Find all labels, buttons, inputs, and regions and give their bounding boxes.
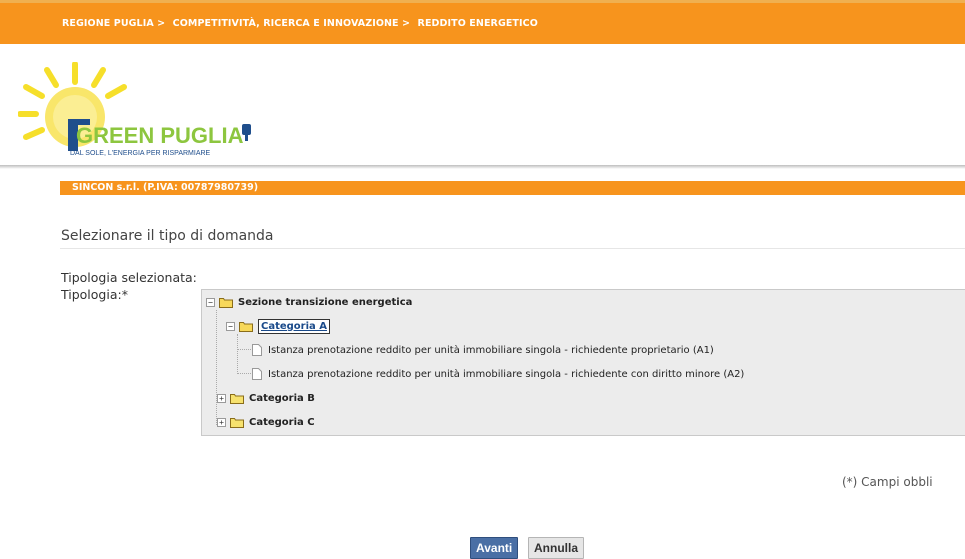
folder-icon <box>230 417 244 428</box>
section-title: Selezionare il tipo di domanda <box>61 228 274 244</box>
header-divider <box>0 165 965 169</box>
expand-icon[interactable]: + <box>217 393 226 403</box>
tree-node-a1[interactable]: Istanza prenotazione reddito per unità i… <box>252 341 714 359</box>
selected-type-label: Tipologia selezionata: <box>61 270 197 285</box>
green-puglia-logo: GREEN PUGLIA DAL SOLE, L'ENERGIA PER RIS… <box>18 62 251 157</box>
section-divider <box>60 248 965 249</box>
tree-a2-label: Istanza prenotazione reddito per unità i… <box>268 368 745 380</box>
breadcrumb-regione[interactable]: REGIONE PUGLIA > <box>62 18 165 29</box>
logo-tagline: DAL SOLE, L'ENERGIA PER RISPARMIARE <box>70 150 211 157</box>
folder-icon <box>219 297 233 308</box>
next-button[interactable]: Avanti <box>470 537 519 559</box>
tree-node-categoria-c[interactable]: + Categoria C <box>217 413 315 431</box>
tree-node-root[interactable]: − Sezione transizione energetica <box>206 293 412 311</box>
breadcrumb-reddito[interactable]: REDDITO ENERGETICO <box>418 18 538 29</box>
tree-categoria-a-label[interactable]: Categoria A <box>258 318 331 334</box>
breadcrumb-competitivita[interactable]: COMPETITIVITÀ, RICERCA E INNOVAZIONE > <box>173 18 410 29</box>
folder-icon <box>239 321 253 332</box>
required-fields-note: (*) Campi obbli <box>842 475 933 489</box>
tree-a1-label: Istanza prenotazione reddito per unità i… <box>268 344 714 356</box>
folder-icon <box>230 393 244 404</box>
cancel-button[interactable]: Annulla <box>528 537 584 559</box>
collapse-icon[interactable]: − <box>226 321 235 331</box>
top-banner: REGIONE PUGLIA > COMPETITIVITÀ, RICERCA … <box>0 0 965 44</box>
breadcrumb: REGIONE PUGLIA > COMPETITIVITÀ, RICERCA … <box>62 18 542 29</box>
tree-categoria-c-label: Categoria C <box>249 416 315 428</box>
document-icon <box>252 368 262 380</box>
tree-node-a2[interactable]: Istanza prenotazione reddito per unità i… <box>252 365 744 383</box>
tree-categoria-b-label: Categoria B <box>249 392 315 404</box>
tree-node-categoria-b[interactable]: + Categoria B <box>217 389 315 407</box>
tree-root-label: Sezione transizione energetica <box>238 296 413 308</box>
company-name: SINCON s.r.l. (P.IVA: 00787980739) <box>72 182 259 193</box>
document-icon <box>252 344 262 356</box>
expand-icon[interactable]: + <box>217 417 226 427</box>
tree-node-categoria-a[interactable]: − Categoria A <box>226 317 331 335</box>
company-bar: SINCON s.r.l. (P.IVA: 00787980739) <box>60 181 965 195</box>
collapse-icon[interactable]: − <box>206 297 215 307</box>
logo-text: GREEN PUGLIA <box>76 123 244 148</box>
type-label: Tipologia:* <box>61 287 128 302</box>
type-tree: − Sezione transizione energetica − Categ… <box>201 289 965 436</box>
